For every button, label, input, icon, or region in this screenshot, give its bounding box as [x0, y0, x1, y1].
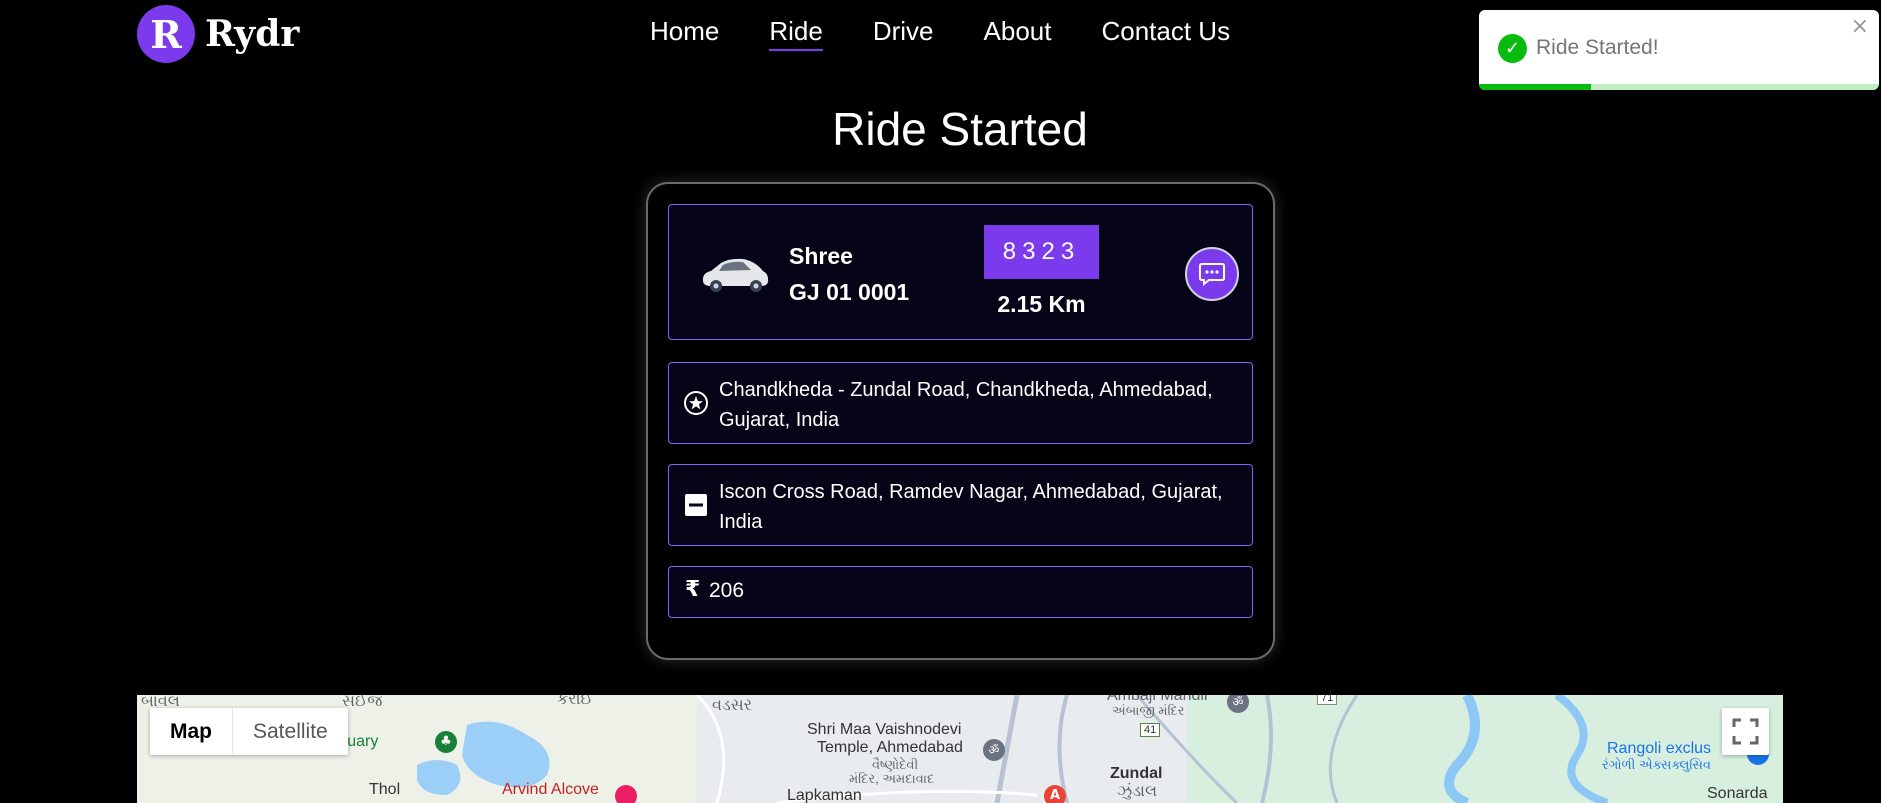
nav-about[interactable]: About [984, 16, 1052, 51]
toast-progress-bar [1479, 84, 1591, 90]
temple-icon: ॐ [983, 739, 1005, 761]
brand-name: Rydr [205, 13, 300, 55]
map-label: મંદિર, અમદાવાદ [849, 771, 935, 786]
map-tab-satellite[interactable]: Satellite [233, 708, 348, 755]
map-label: Lapkaman [787, 787, 862, 803]
main-nav: Home Ride Drive About Contact Us [650, 16, 1280, 51]
map-label: વડસર [712, 697, 752, 714]
marker-a-icon[interactable]: A [1044, 785, 1066, 803]
fare-box: ₹ 206 [668, 566, 1253, 618]
map-type-control: Map Satellite [150, 708, 348, 755]
rupee-icon: ₹ [685, 577, 701, 602]
fare-amount: 206 [709, 579, 745, 602]
drop-location-box: Iscon Cross Road, Ramdev Nagar, Ahmedaba… [668, 464, 1253, 546]
shop-icon [615, 785, 637, 803]
ride-distance: 2.15 Km [997, 291, 1086, 317]
success-toast[interactable]: ✓ Ride Started! × [1479, 10, 1879, 90]
chat-icon [1199, 263, 1225, 286]
fullscreen-button[interactable] [1722, 708, 1769, 755]
pickup-location-box: Chandkheda - Zundal Road, Chandkheda, Ah… [668, 362, 1253, 444]
highway-shield: 41 [1140, 723, 1161, 737]
map-label: રંગોળી એક્સક્લુસિવ [1602, 757, 1711, 772]
nav-ride[interactable]: Ride [769, 16, 823, 51]
drop-address: Iscon Cross Road, Ramdev Nagar, Ahmedaba… [719, 481, 1223, 533]
dropoff-square-icon [685, 494, 707, 516]
map-label: Arvind Alcove [502, 781, 599, 798]
fullscreen-icon [1732, 718, 1759, 745]
map-view[interactable]: બાવલ સઈજ કરાઈ વડસર Shri Maa Vaishnodevi … [137, 695, 1783, 803]
driver-info-box: Shree GJ 01 0001 8323 2.15 Km [668, 204, 1253, 340]
vehicle-plate: GJ 01 0001 [789, 279, 910, 305]
page-title: Ride Started [832, 103, 1088, 155]
driver-name: Shree [789, 243, 853, 269]
map-label: Thol [369, 781, 401, 798]
car-icon [702, 258, 769, 292]
map-label: સઈજ [342, 695, 383, 710]
map-label: Temple, Ahmedabad [817, 739, 963, 756]
tree-icon: ♣ [435, 731, 457, 753]
nav-home[interactable]: Home [650, 16, 719, 51]
ride-otp: 8323 [984, 225, 1099, 279]
map-label: અંબાજી મંદિર [1112, 703, 1185, 718]
map-label: Shri Maa Vaishnodevi [807, 721, 962, 738]
map-label: Zundal [1110, 765, 1163, 782]
map-label: Sonarda [1707, 785, 1768, 802]
map-label: ઝુંડાલ [1117, 783, 1158, 800]
toast-message: Ride Started! [1536, 36, 1659, 59]
logo-icon: R [137, 5, 195, 63]
nav-drive[interactable]: Drive [873, 16, 934, 51]
pickup-star-icon [684, 391, 708, 415]
ride-card: Shree GJ 01 0001 8323 2.15 Km Chandkheda… [646, 182, 1275, 660]
highway-shield: 71 [1317, 695, 1338, 705]
nav-contact[interactable]: Contact Us [1101, 16, 1230, 51]
pickup-address: Chandkheda - Zundal Road, Chandkheda, Ah… [719, 379, 1213, 431]
chat-button[interactable] [1185, 247, 1239, 301]
map-label: કરાઈ [557, 695, 593, 708]
check-icon: ✓ [1498, 34, 1527, 63]
map-tab-map[interactable]: Map [150, 708, 233, 755]
brand-logo[interactable]: R Rydr [137, 5, 299, 63]
map-label: Rangoli exclus [1607, 740, 1712, 757]
close-icon[interactable]: × [1851, 14, 1869, 39]
